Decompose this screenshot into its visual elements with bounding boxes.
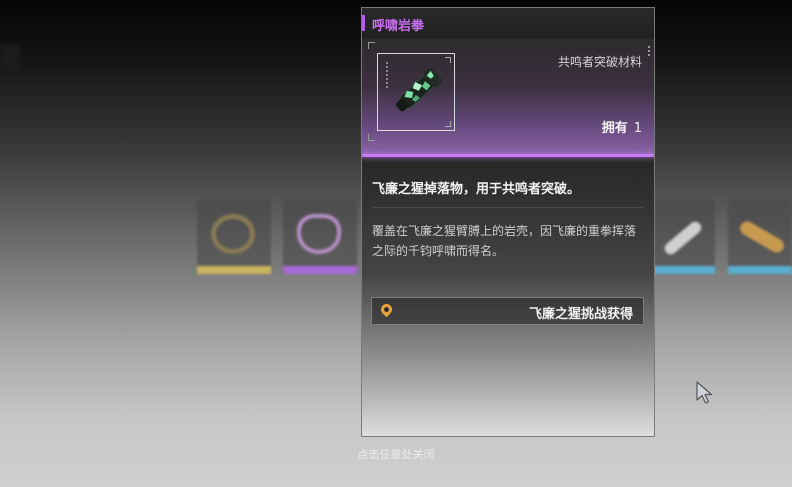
item-detail-panel: 呼啸岩拳 共鸣者突破材料 拥有 1 飞廉之猩掉落物，用于共鸣者突破。 覆盖在飞廉… [361,7,655,437]
close-hint[interactable]: 点击任意处关闭 [0,446,792,462]
item-type-label: 共鸣者突破材料 [557,55,642,69]
background-item-slot[interactable] [283,200,357,274]
corner-decoration [368,42,375,49]
location-pin-icon [378,301,395,318]
owned-label: 拥有 [601,121,628,136]
item-icon-frame [377,53,455,131]
divider [372,207,644,208]
panel-title-bar: 呼啸岩拳 [362,8,654,38]
mouse-cursor-icon [696,381,713,404]
orange-capsule-icon [737,218,787,256]
item-description: 覆盖在飞廉之猩臂膊上的岩壳，因飞廉的重拳挥落之际的千钧呼啸而得名。 [372,224,637,258]
item-header: 共鸣者突破材料 拥有 1 [362,38,654,154]
rarity-bar [728,266,792,274]
item-summary: 飞廉之猩掉落物，用于共鸣者突破。 [372,182,581,197]
purple-wings-icon [297,214,341,254]
background-blur-shape [0,45,20,71]
item-name: 呼啸岩拳 [372,19,425,34]
syringe-icon [662,219,704,257]
corner-decoration [368,134,375,141]
owned-count-value: 1 [633,121,642,136]
gold-ring-icon [211,214,255,254]
rarity-strip [362,154,654,157]
owned-count: 拥有 1 [602,117,642,136]
dots-decoration [648,46,650,58]
background-item-slot[interactable] [197,200,271,274]
acquisition-source-button[interactable]: 飞廉之猩挑战获得 [371,297,644,325]
rarity-bar [197,266,271,274]
title-accent-bar [362,15,365,31]
rarity-bar [283,266,357,274]
rarity-bar [653,266,715,274]
rock-gauntlet-icon [396,68,442,112]
background-item-slot[interactable] [653,200,715,274]
acquisition-source-label: 飞廉之猩挑战获得 [528,307,633,322]
background-item-slot[interactable] [728,200,792,274]
